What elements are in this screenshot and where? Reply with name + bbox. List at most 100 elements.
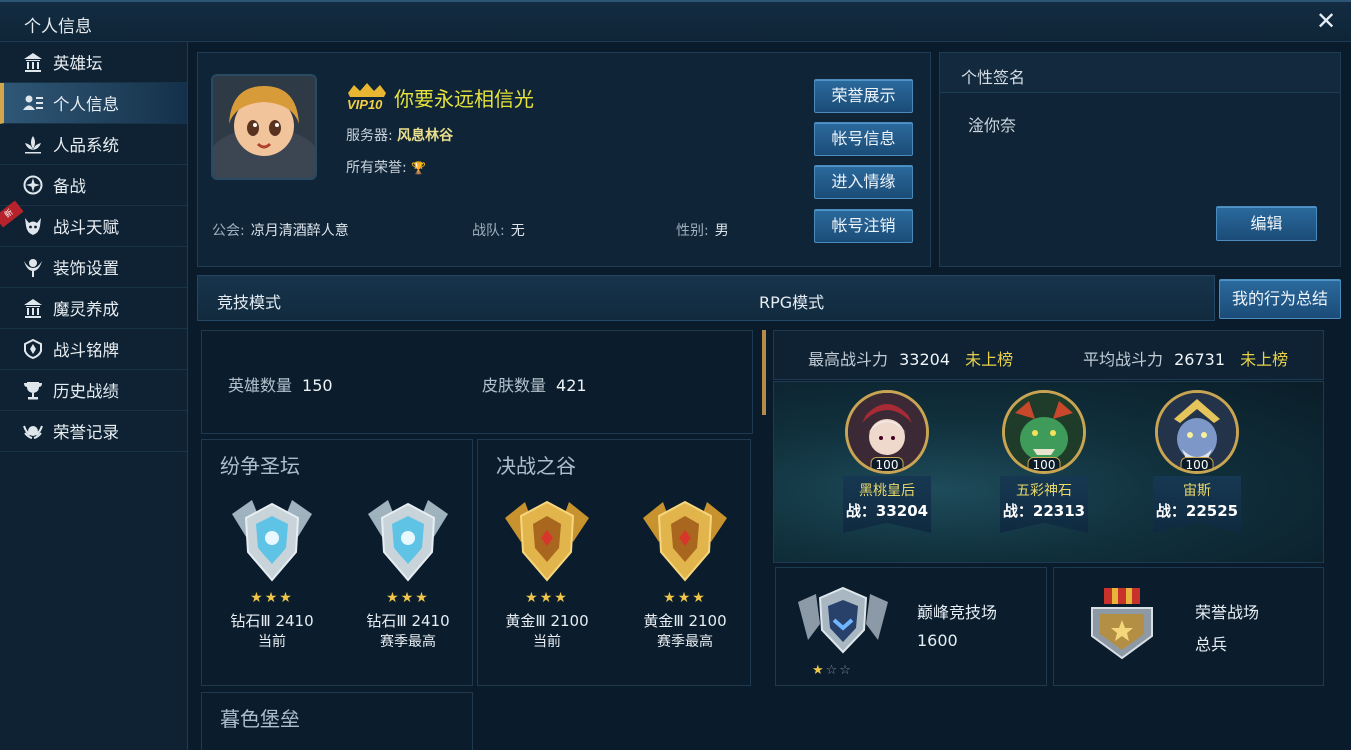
vip-crown-icon: VIP10 — [347, 83, 386, 111]
close-icon[interactable]: ✕ — [1313, 8, 1339, 34]
hero-count-value: 150 — [302, 376, 333, 395]
rank-season-best: ★★★ 钻石Ⅲ 2410 赛季最高 — [348, 494, 468, 651]
avg-power-rank: 未上榜 — [1240, 350, 1289, 369]
hero-level: 100 — [1180, 457, 1214, 471]
sidebar-item-label: 装饰设置 — [53, 259, 119, 278]
compass-icon — [22, 174, 44, 196]
rank-stars: ★★★ — [663, 590, 707, 606]
honor-field-card[interactable]: 荣誉战场 总兵 — [1053, 567, 1324, 686]
guild-line: 公会: 凉月清酒醉人意 — [212, 220, 349, 240]
avatar[interactable] — [211, 74, 317, 180]
server-value: 风息林谷 — [397, 128, 454, 144]
sidebar: 英雄坛 个人信息 人品系统 备战 新 战斗天赋 装饰设置 魔灵养成 战斗铭牌 历… — [0, 42, 188, 750]
sidebar-item-hero-altar[interactable]: 英雄坛 — [0, 42, 187, 83]
honor-show-button[interactable]: 荣誉展示 — [814, 79, 913, 113]
sidebar-item-battle-plate[interactable]: 战斗铭牌 — [0, 329, 187, 370]
sidebar-item-spirit-growth[interactable]: 魔灵养成 — [0, 288, 187, 329]
hero-power: 战：22313 — [1002, 502, 1086, 520]
diamond-rank-emblem-icon — [368, 500, 448, 582]
hero-name: 宙斯 — [1183, 483, 1211, 499]
sidebar-item-decoration[interactable]: 装饰设置 — [0, 247, 187, 288]
tab-rpg[interactable]: RPG模式 — [759, 289, 824, 313]
hero-card[interactable]: 100 黑桃皇后 战：33204 — [837, 390, 937, 533]
profile-panel: VIP10 你要永远相信光 服务器: 风息林谷 所有荣誉: 🏆 公会: 凉月清酒醉… — [197, 52, 931, 267]
rank-current: ★★★ 黄金Ⅲ 2100 当前 — [487, 494, 607, 651]
gold-rank-emblem-icon — [643, 500, 727, 582]
max-power-rank: 未上榜 — [965, 350, 1014, 369]
rank-tier: 黄金Ⅲ 2100 — [643, 612, 727, 630]
hero-level: 100 — [870, 457, 904, 471]
guild-label: 公会: — [212, 223, 245, 239]
behavior-summary-button[interactable]: 我的行为总结 — [1219, 279, 1341, 319]
sidebar-item-label: 战斗铭牌 — [53, 341, 119, 360]
sidebar-item-honor-record[interactable]: 荣誉记录 — [0, 411, 187, 452]
peak-stars: ★☆☆ — [812, 663, 853, 678]
server-line: 服务器: 风息林谷 — [346, 125, 453, 145]
account-info-button[interactable]: 帐号信息 — [814, 122, 913, 156]
sidebar-item-label: 战斗天赋 — [53, 218, 119, 237]
skin-count-value: 421 — [556, 376, 587, 395]
rank-stars: ★★★ — [250, 590, 294, 606]
avg-power: 平均战斗力 26731 未上榜 — [1083, 346, 1288, 370]
emblem-icon — [22, 338, 44, 360]
max-power-value: 33204 — [899, 350, 951, 369]
max-power-label: 最高战斗力 — [808, 350, 889, 369]
temple-icon — [22, 297, 44, 319]
hero-portrait: 100 — [845, 390, 929, 474]
honor-icon — [22, 420, 44, 442]
signature-title: 个性签名 — [940, 53, 1340, 93]
skin-count-label: 皮肤数量 — [482, 376, 547, 395]
sidebar-item-history[interactable]: 历史战绩 — [0, 370, 187, 411]
gender-value: 男 — [714, 223, 729, 239]
arena-card: 暮色堡垒 — [201, 692, 473, 750]
arena-card: 纷争圣坛 ★★★ 钻石Ⅲ 2410 当前 ★★★ 钻石Ⅲ 2410 赛季最高 — [201, 439, 473, 686]
gender-label: 性别: — [676, 223, 709, 239]
sidebar-item-label: 个人信息 — [53, 95, 119, 114]
sidebar-item-label: 英雄坛 — [53, 54, 103, 73]
hero-count-label: 英雄数量 — [228, 376, 293, 395]
hero-name: 黑桃皇后 — [859, 483, 915, 499]
rank-note: 当前 — [533, 634, 561, 650]
guild-value: 凉月清酒醉人意 — [250, 223, 349, 239]
sidebar-item-prepare[interactable]: 备战 — [0, 165, 187, 206]
hero-card[interactable]: 100 宙斯 战：22525 — [1147, 390, 1247, 533]
medal-rank-icon — [1091, 588, 1153, 660]
account-cancel-button[interactable]: 帐号注销 — [814, 209, 913, 243]
enter-romance-button[interactable]: 进入情缘 — [814, 165, 913, 199]
hero-portrait: 100 — [1002, 390, 1086, 474]
sidebar-item-character-system[interactable]: 人品系统 — [0, 124, 187, 165]
tab-competitive[interactable]: 竞技模式 — [217, 289, 281, 313]
hero-banner: 黑桃皇后 战：33204 — [843, 476, 931, 533]
peak-arena-card[interactable]: ★☆☆ 巅峰竞技场 1600 — [775, 567, 1047, 686]
collection-stats: 英雄数量 150 皮肤数量 421 — [201, 330, 753, 434]
sidebar-item-label: 人品系统 — [53, 136, 119, 155]
temple-icon — [22, 51, 44, 73]
server-label: 服务器: — [346, 128, 393, 144]
gold-rank-emblem-icon — [505, 500, 589, 582]
honor-field-title: 荣誉战场 — [1195, 603, 1260, 622]
player-name: 你要永远相信光 — [394, 87, 534, 111]
svg-text:VIP10: VIP10 — [347, 97, 383, 111]
avg-power-value: 26731 — [1174, 350, 1226, 369]
sidebar-item-profile[interactable]: 个人信息 — [0, 83, 187, 124]
honor-line: 所有荣誉: 🏆 — [346, 157, 426, 177]
honor-field-rank: 总兵 — [1195, 635, 1228, 654]
sidebar-item-label: 魔灵养成 — [53, 300, 119, 319]
arena-title: 决战之谷 — [496, 454, 576, 478]
arena-title: 纷争圣坛 — [220, 454, 300, 478]
arena-card: 决战之谷 ★★★ 黄金Ⅲ 2100 当前 ★★★ 黄金Ⅲ 2100 赛季最高 — [477, 439, 751, 686]
rank-season-best: ★★★ 黄金Ⅲ 2100 赛季最高 — [625, 494, 745, 651]
edit-signature-button[interactable]: 编辑 — [1216, 206, 1317, 241]
rank-stars: ★★★ — [386, 590, 430, 606]
rank-note: 当前 — [258, 634, 286, 650]
hero-count: 英雄数量 150 — [228, 372, 333, 396]
rank-tier: 钻石Ⅲ 2410 — [366, 612, 450, 630]
peak-score: 1600 — [917, 631, 958, 650]
signature-panel: 个性签名 淦你奈 编辑 — [939, 52, 1341, 267]
hero-card[interactable]: 100 五彩神石 战：22313 — [994, 390, 1094, 533]
sidebar-item-battle-talent[interactable]: 新 战斗天赋 — [0, 200, 187, 247]
diamond-rank-emblem-icon — [232, 500, 312, 582]
hero-name: 五彩神石 — [1016, 483, 1072, 499]
trophy-icon: 🏆 — [411, 161, 427, 175]
scrollbar-thumb[interactable] — [762, 330, 766, 415]
